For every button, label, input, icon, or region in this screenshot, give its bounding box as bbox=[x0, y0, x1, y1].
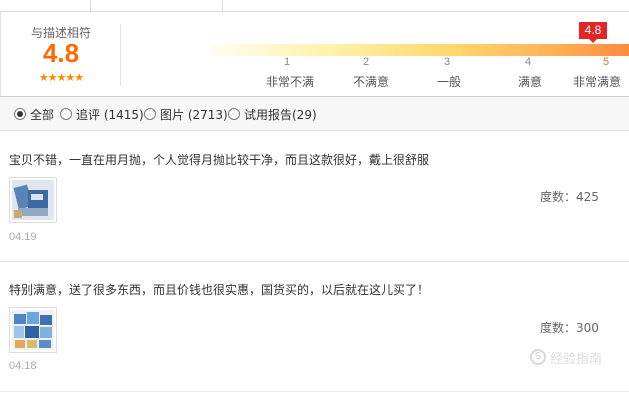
review-photo-thumbnail[interactable] bbox=[9, 177, 57, 223]
scale-number-3: 3 bbox=[443, 56, 451, 68]
review-item: 特别满意，送了很多东西，而且价钱也很实惠，国货买的，以后就在这儿买了！ 度数：3… bbox=[0, 262, 629, 392]
useful-value: 300 bbox=[576, 321, 599, 335]
score-value: 4.8 bbox=[42, 38, 80, 68]
scale-label-1: 非常不满 bbox=[265, 75, 314, 89]
score-divider bbox=[120, 24, 121, 86]
review-photo-thumbnail[interactable] bbox=[9, 307, 57, 353]
watermark-logo-icon: S bbox=[530, 349, 546, 365]
review-item: 宝贝不错，一直在用月抛，个人觉得月抛比较干净，而且这款很好，戴上很舒服 度数：4… bbox=[0, 131, 629, 262]
filter-followup[interactable]: 追评 (1415) bbox=[60, 107, 144, 122]
filter-all-label: 全部 bbox=[30, 107, 55, 122]
filter-followup-label: 追评 (1415) bbox=[76, 107, 144, 122]
filter-photos[interactable]: 图片 (2713) bbox=[144, 107, 228, 122]
review-text: 宝贝不错，一直在用月抛，个人觉得月抛比较干净，而且这款很好，戴上很舒服 bbox=[9, 153, 430, 167]
scale-number-4: 4 bbox=[524, 56, 532, 68]
scale-label-5: 非常满意 bbox=[573, 75, 622, 89]
filter-all[interactable]: 全部 bbox=[14, 107, 55, 122]
useful-count: 度数：300 bbox=[540, 319, 599, 336]
rating-summary-panel: 与描述相符 4.8 ★★★★★ 4.8 1 2 3 4 5 非常不满 不满意 一… bbox=[0, 12, 629, 96]
score-marker-badge: 4.8 bbox=[579, 22, 607, 39]
watermark: S 经验指南 bbox=[530, 347, 610, 367]
useful-value: 425 bbox=[576, 190, 599, 204]
filter-trial-report[interactable]: 试用报告(29) bbox=[228, 107, 317, 122]
useful-count: 度数：425 bbox=[540, 188, 599, 205]
review-text: 特别满意，送了很多东西，而且价钱也很实惠，国货买的，以后就在这儿买了！ bbox=[9, 283, 430, 297]
scale-label-3: 一般 bbox=[436, 75, 461, 89]
product-photo-image bbox=[12, 310, 54, 350]
review-filter-bar: 全部 追评 (1415) 图片 (2713) 试用报告(29) bbox=[0, 96, 629, 131]
radio-icon[interactable] bbox=[228, 108, 240, 120]
scale-label-2: 不满意 bbox=[352, 75, 389, 89]
tab-divider bbox=[222, 0, 223, 12]
review-date: 04.18 bbox=[9, 360, 37, 372]
useful-label: 度数： bbox=[540, 190, 577, 204]
scale-label-4: 满意 bbox=[517, 75, 542, 89]
filter-trial-report-label: 试用报告(29) bbox=[244, 107, 317, 122]
review-date: 04.19 bbox=[9, 231, 37, 243]
radio-icon[interactable] bbox=[144, 108, 156, 120]
product-photo-image bbox=[12, 180, 54, 220]
review-divider bbox=[0, 391, 629, 392]
scale-number-5: 5 bbox=[602, 56, 610, 68]
scale-number-1: 1 bbox=[283, 56, 291, 68]
scale-number-2: 2 bbox=[362, 56, 370, 68]
filter-photos-label: 图片 (2713) bbox=[160, 107, 228, 122]
rating-scale-bar bbox=[211, 44, 629, 56]
top-tab-strip bbox=[0, 0, 629, 12]
score-box: 与描述相符 4.8 ★★★★★ bbox=[1, 12, 121, 96]
radio-icon[interactable] bbox=[60, 108, 72, 120]
star-rating-icon: ★★★★★ bbox=[38, 71, 84, 84]
useful-label: 度数： bbox=[540, 321, 577, 335]
score-marker-pointer-icon bbox=[589, 39, 597, 43]
radio-checked-icon[interactable] bbox=[14, 108, 26, 120]
tab-divider bbox=[90, 0, 91, 12]
watermark-text: 经验指南 bbox=[550, 351, 603, 367]
